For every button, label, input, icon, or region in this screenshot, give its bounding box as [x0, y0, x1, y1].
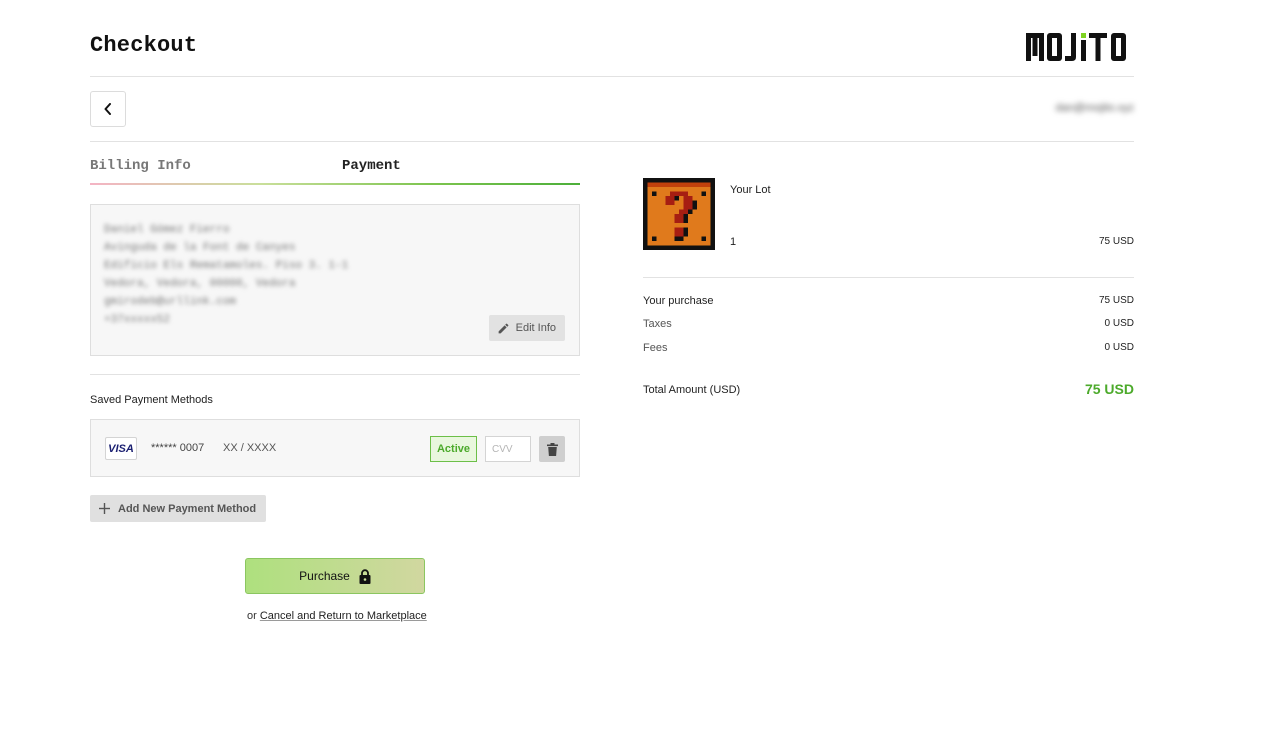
- summary-value: 0 USD: [1104, 318, 1134, 329]
- mojito-logo[interactable]: [1026, 28, 1134, 62]
- cancel-line: or Cancel and Return to Marketplace: [247, 610, 427, 622]
- purchase-button[interactable]: Purchase: [245, 558, 425, 594]
- trash-icon: [546, 442, 558, 456]
- summary-value: 0 USD: [1104, 342, 1134, 353]
- billing-line: +37xxxxx52: [104, 314, 171, 326]
- step-progress-bar: [90, 183, 580, 185]
- subheader-divider: [90, 141, 1134, 142]
- active-card-badge[interactable]: Active: [430, 436, 477, 462]
- delete-card-button[interactable]: [539, 436, 565, 462]
- purchase-label: Purchase: [299, 569, 350, 583]
- card-number: ****** 0007: [151, 442, 205, 454]
- saved-card-row[interactable]: VISA ****** 0007 XX / XXXX Active: [90, 419, 580, 477]
- card-expiry: XX / XXXX: [223, 442, 277, 454]
- saved-payment-methods-label: Saved Payment Methods: [90, 394, 213, 406]
- billing-line: Avinguda de la Font de Canyes: [104, 242, 296, 254]
- total-value: 75 USD: [1084, 381, 1134, 397]
- page-header: Checkout: [90, 28, 1134, 76]
- billing-line: Daniel Gómez Fierro: [104, 224, 230, 236]
- back-button[interactable]: [90, 91, 126, 127]
- lot-thumbnail: [643, 178, 715, 250]
- billing-divider: [90, 374, 580, 375]
- billing-info-box: Daniel Gómez Fierro Avinguda de la Font …: [90, 204, 580, 356]
- lot-quantity: 1: [730, 236, 737, 248]
- summary-label: Taxes: [643, 318, 672, 330]
- step-billing-info[interactable]: Billing Info: [90, 158, 191, 174]
- billing-line: Edificio Els Rematamoles. Piso 3. 1-1: [104, 260, 349, 272]
- edit-info-button[interactable]: Edit Info: [488, 315, 565, 341]
- billing-line: gmirodeb@urllink.com: [104, 296, 237, 308]
- lot-price: 75 USD: [1098, 236, 1134, 247]
- step-payment[interactable]: Payment: [342, 158, 401, 174]
- page-title: Checkout: [90, 33, 198, 58]
- user-email: dan@mojito.xyz: [1055, 102, 1134, 114]
- pencil-icon: [498, 323, 509, 333]
- billing-line: Vedora, Vedora, 00000, Vedora: [104, 278, 296, 290]
- plus-icon: [99, 503, 110, 514]
- add-payment-method-button[interactable]: Add New Payment Method: [90, 495, 267, 522]
- cancel-prefix: or: [247, 610, 257, 622]
- lot-title: Your Lot: [730, 184, 771, 196]
- cancel-return-link[interactable]: Cancel and Return to Marketplace: [260, 610, 427, 622]
- total-label: Total Amount (USD): [643, 384, 741, 396]
- cvv-input[interactable]: [485, 436, 531, 462]
- billing-address: Daniel Gómez Fierro Avinguda de la Font …: [104, 221, 348, 329]
- visa-logo: VISA: [105, 437, 137, 460]
- add-payment-method-label: Add New Payment Method: [118, 502, 257, 515]
- header-divider: [90, 76, 1134, 77]
- total-row: Total Amount (USD) 75 USD: [643, 381, 1134, 403]
- summary-divider: [643, 277, 1134, 278]
- checkout-steps: Billing Info Payment: [90, 158, 580, 188]
- lock-icon: [359, 568, 371, 584]
- summary-label: Fees: [643, 342, 668, 354]
- summary-label: Your purchase: [643, 295, 714, 307]
- edit-info-label: Edit Info: [515, 322, 556, 334]
- summary-value: 75 USD: [1098, 295, 1134, 306]
- chevron-left-icon: [104, 103, 111, 115]
